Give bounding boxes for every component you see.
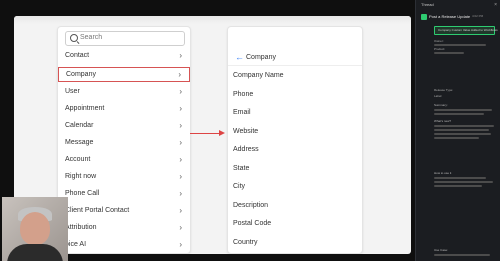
menu-item-label: User [65, 88, 80, 95]
menu-item-label: Appointment [65, 105, 105, 112]
arrow-left-icon[interactable]: ← [235, 52, 244, 62]
field-website[interactable]: Website [233, 128, 258, 135]
text-placeholder-bar [434, 125, 494, 127]
release-chip: Company Custom Value Added to Workflows [434, 26, 498, 35]
thread-line: What's new? [434, 119, 452, 123]
slide-top-shadow [14, 16, 411, 24]
thread-line: Label: [434, 94, 443, 98]
menu-item-label: Calendar [65, 122, 94, 129]
text-placeholder-bar [434, 177, 486, 179]
field-country[interactable]: Country [233, 239, 258, 246]
field-phone[interactable]: Phone [233, 91, 253, 98]
video-slide: Search Contact › Company › User › Appointme… [0, 0, 415, 261]
thread-line: Release Type: [434, 88, 454, 92]
text-placeholder-bar [434, 137, 479, 139]
search-input[interactable]: Search [65, 31, 185, 46]
menu-item-label: Account [65, 156, 91, 163]
close-icon[interactable]: × [494, 2, 497, 8]
chevron-right-icon: › [179, 121, 182, 130]
menu-item-attribution[interactable]: Attribution › [58, 221, 190, 236]
menu-item-voice-ai[interactable]: oice AI › [58, 238, 190, 253]
chevron-right-icon: › [179, 138, 182, 147]
chevron-right-icon: › [179, 223, 182, 232]
field-address[interactable]: Address [233, 146, 259, 153]
arrow-line [190, 133, 221, 134]
left-dropdown-panel: Search Contact › Company › User › Appointme… [57, 26, 191, 254]
panel-title: Company [246, 54, 276, 61]
presenter-face [20, 212, 50, 245]
chevron-right-icon: › [179, 87, 182, 96]
menu-item-contact[interactable]: Contact › [58, 49, 190, 64]
text-placeholder-bar [434, 129, 489, 131]
message-time: 4:02 PM [472, 14, 484, 18]
thread-line: Owner: [434, 39, 444, 43]
arrow-head [219, 130, 225, 136]
release-chip-text: Company Custom Value Added to Workflows [438, 28, 498, 32]
menu-item-calendar[interactable]: Calendar › [58, 119, 190, 134]
menu-item-label: Attribution [65, 224, 97, 231]
menu-item-phone-call[interactable]: Phone Call › [58, 187, 190, 202]
thread-line: Product: [434, 47, 446, 51]
field-state[interactable]: State [233, 165, 249, 172]
avatar [421, 14, 427, 20]
search-placeholder: Search [80, 34, 103, 41]
chevron-right-icon: › [179, 189, 182, 198]
menu-item-label: Contact [65, 52, 90, 59]
field-description[interactable]: Description [233, 202, 268, 209]
chevron-right-icon: › [179, 104, 182, 113]
text-placeholder-bar [434, 44, 486, 46]
thread-line: Summary: [434, 103, 448, 107]
thread-panel: Thread × Post a Release Update 4:02 PM C… [415, 0, 500, 261]
thread-line: Use Case: [434, 248, 449, 252]
chevron-right-icon: › [179, 51, 182, 60]
menu-item-company-selected[interactable]: Company › [58, 67, 190, 82]
menu-item-appointment[interactable]: Appointment › [58, 102, 190, 117]
text-placeholder-bar [434, 113, 484, 115]
webcam-feed [2, 197, 68, 261]
field-city[interactable]: City [233, 183, 245, 190]
company-back-row[interactable]: ← Company [228, 51, 362, 66]
right-company-panel: ← Company Company Name Phone Email Websi… [227, 26, 363, 254]
thread-line: How to use it [434, 171, 452, 175]
menu-item-user[interactable]: User › [58, 85, 190, 100]
menu-item-label: Right now [65, 173, 97, 180]
field-company-name[interactable]: Company Name [233, 72, 284, 79]
menu-item-label: Phone Call [65, 190, 100, 197]
message-author: Post a Release Update [429, 14, 471, 19]
menu-item-label: Client Portal Contact [65, 207, 130, 214]
chevron-right-icon: › [179, 206, 182, 215]
menu-item-account[interactable]: Account › [58, 153, 190, 168]
menu-item-label: Message [65, 139, 94, 146]
thread-title: Thread [421, 2, 434, 7]
text-placeholder-bar [434, 185, 482, 187]
chevron-right-icon: › [179, 172, 182, 181]
menu-item-right-now[interactable]: Right now › [58, 170, 190, 185]
search-icon [70, 34, 78, 42]
field-email[interactable]: Email [233, 109, 251, 116]
text-placeholder-bar [434, 133, 491, 135]
text-placeholder-bar [434, 254, 490, 256]
menu-item-message[interactable]: Message › [58, 136, 190, 151]
text-placeholder-bar [434, 109, 492, 111]
menu-item-label: Company [66, 71, 96, 78]
slide-canvas: Search Contact › Company › User › Appointme… [14, 16, 411, 254]
menu-item-client-portal-contact[interactable]: Client Portal Contact › [58, 204, 190, 219]
text-placeholder-bar [434, 52, 464, 54]
text-placeholder-bar [434, 181, 493, 183]
chevron-right-icon: › [179, 240, 182, 249]
menu-item-label: oice AI [65, 241, 87, 248]
chevron-right-icon: › [178, 70, 181, 79]
field-postal-code[interactable]: Postal Code [233, 220, 271, 227]
chevron-right-icon: › [179, 155, 182, 164]
